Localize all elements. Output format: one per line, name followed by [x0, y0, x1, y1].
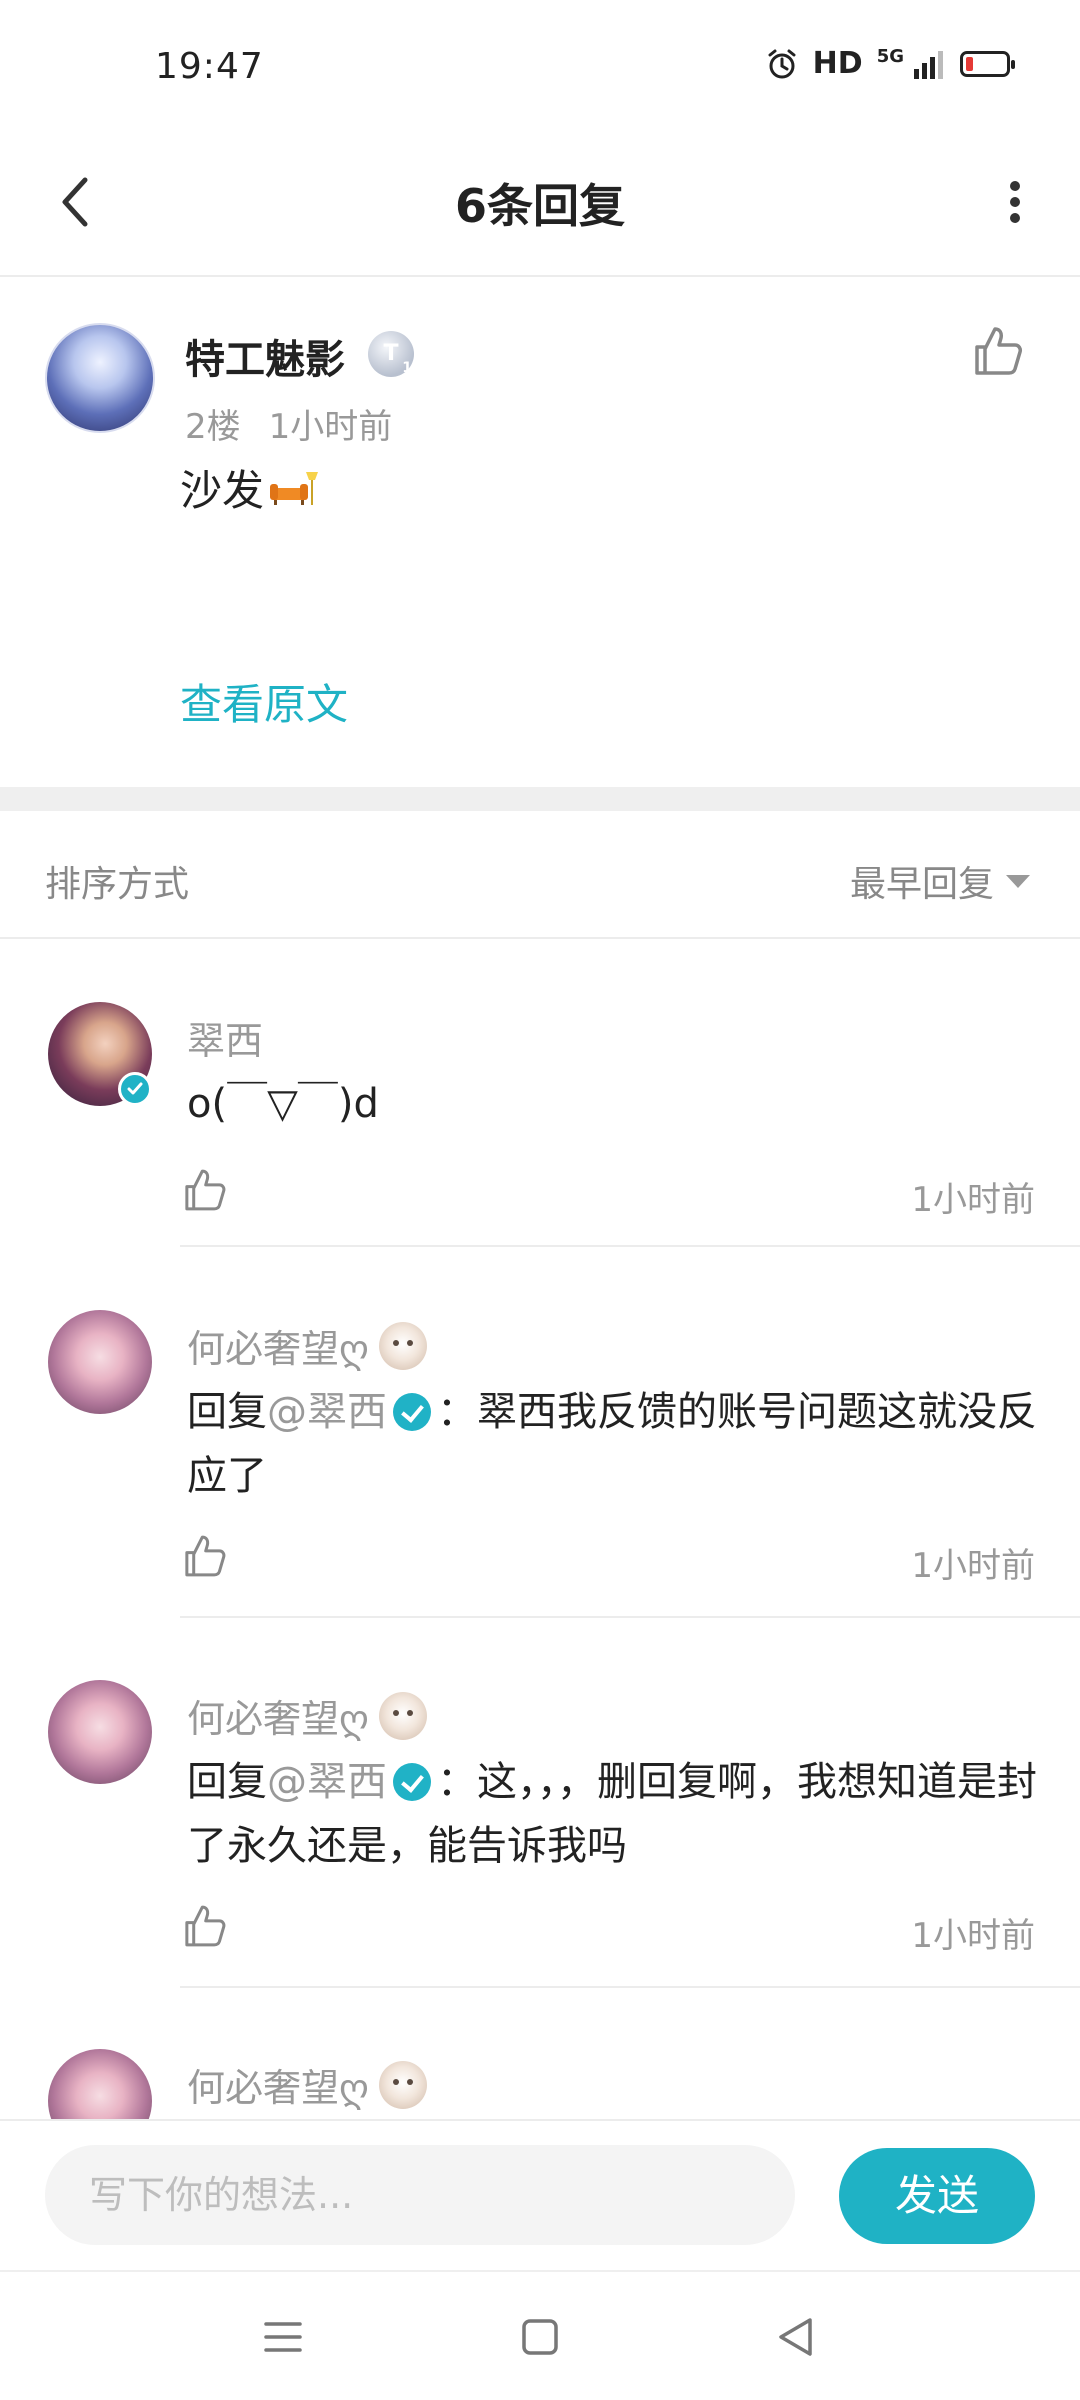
reply-prefix: 回复: [187, 1759, 267, 1805]
thumbs-up-icon: [185, 1535, 226, 1577]
verified-badge-icon: [118, 1072, 152, 1106]
signal-icon: [914, 50, 943, 79]
like-button[interactable]: [180, 1902, 230, 1952]
avatar[interactable]: [45, 323, 155, 433]
section-divider: [0, 787, 1080, 811]
status-bar: 19:47 HD 5G: [0, 0, 1080, 135]
battery-icon: [960, 50, 1015, 77]
sort-selected-value: 最早回复: [849, 864, 994, 905]
view-original-link[interactable]: 查看原文: [180, 671, 348, 732]
verified-badge-icon: [393, 1763, 431, 1801]
reply-content: 回复@翠西 ：这，，，删回复啊，我想知道是封了永久还是，能告诉我吗: [187, 1750, 1037, 1878]
avatar[interactable]: [48, 1680, 152, 1784]
mention-link[interactable]: @翠西: [267, 1389, 387, 1435]
avatar[interactable]: [48, 2049, 152, 2119]
reply-time: 1小时前: [911, 1916, 1035, 1956]
reply-item: 翠西 o(￣▽￣)d 1小时前: [0, 1002, 1080, 1247]
top-app-bar: 6条回复: [0, 135, 1080, 277]
status-icons: HD 5G: [765, 46, 1015, 81]
like-button[interactable]: [180, 1532, 230, 1582]
sofa-emoji-icon: [268, 468, 320, 508]
divider: [180, 1245, 1080, 1247]
status-time: 19:47: [155, 46, 264, 87]
reply-author-name: 翠西: [187, 1019, 264, 1063]
send-button[interactable]: 发送: [839, 2148, 1035, 2244]
sort-dropdown[interactable]: 最早回复: [850, 855, 1030, 907]
reply-author-name: 何必奢望ღ: [187, 1697, 369, 1741]
system-nav-bar: [0, 2270, 1080, 2400]
post-content: 沙发: [180, 457, 320, 518]
reply-item: 何必奢望ღ 回复@翠西 ：翠西我反馈的账号问题这就没反应了 1小时前: [0, 1310, 1080, 1618]
reply-author[interactable]: 翠西: [187, 1010, 263, 1065]
home-nav-button[interactable]: [505, 2302, 575, 2372]
reply-author-name: 何必奢望ღ: [187, 2066, 369, 2110]
like-button[interactable]: [969, 323, 1025, 379]
level-badge-letter: T: [383, 341, 399, 366]
reply-author[interactable]: 何必奢望ღ: [187, 1688, 427, 1743]
thumbs-up-icon: [185, 1169, 226, 1211]
menu-icon: [264, 2322, 302, 2352]
more-vertical-icon: [1010, 181, 1020, 223]
level-badge-number: 1: [402, 360, 412, 376]
post-meta: 2楼 1小时前: [185, 399, 392, 448]
reply-item: 何必奢望ღ 回复@翠西 ：这，，，删回复啊，我想知道是封了永久还是，能告诉我吗 1…: [0, 1680, 1080, 1988]
user-badge-icon: [378, 1691, 427, 1740]
caret-down-icon: [1006, 874, 1030, 888]
original-post: 特工魅影 T1 2楼 1小时前 沙发 查看原文: [0, 279, 1080, 787]
alarm-icon: [768, 49, 796, 78]
reply-prefix: 回复: [187, 1389, 267, 1435]
post-floor: 2楼: [185, 407, 241, 447]
reply-time: 1小时前: [911, 1180, 1035, 1220]
comment-input[interactable]: [45, 2145, 795, 2245]
square-icon: [522, 2319, 558, 2355]
sort-bar: 排序方式 最早回复: [0, 811, 1080, 939]
reply-time: 1小时前: [911, 1546, 1035, 1586]
triangle-back-icon: [779, 2318, 812, 2356]
user-badge-icon: [378, 1321, 427, 1370]
menu-nav-button[interactable]: [248, 2302, 318, 2372]
divider: [180, 1616, 1080, 1618]
thumbs-up-icon: [185, 1905, 226, 1947]
like-button[interactable]: [180, 1166, 230, 1216]
divider: [180, 1986, 1080, 1988]
hd-indicator: HD: [812, 46, 863, 81]
post-author[interactable]: 特工魅影: [185, 327, 345, 385]
page-title: 6条回复: [454, 179, 625, 233]
reply-author-name: 何必奢望ღ: [187, 1327, 369, 1371]
network-type: 5G: [876, 46, 904, 67]
sort-label: 排序方式: [45, 864, 190, 905]
comment-composer: 发送: [0, 2119, 1080, 2269]
level-badge: T1: [368, 331, 414, 377]
post-time: 1小时前: [268, 407, 393, 447]
back-nav-button[interactable]: [760, 2302, 830, 2372]
mention-link[interactable]: @翠西: [267, 1759, 387, 1805]
avatar[interactable]: [48, 1310, 152, 1414]
thumbs-up-icon: [975, 327, 1022, 375]
user-badge-icon: [378, 2060, 427, 2109]
reply-author[interactable]: 何必奢望ღ: [187, 1318, 427, 1373]
reply-author[interactable]: 何必奢望ღ: [187, 2057, 427, 2112]
reply-content: o(￣▽￣)d: [187, 1081, 379, 1127]
verified-badge-icon: [393, 1393, 431, 1431]
reply-content: 回复@翠西 ：翠西我反馈的账号问题这就没反应了: [187, 1380, 1037, 1508]
reply-item: 何必奢望ღ: [0, 2049, 1080, 2119]
more-options-button[interactable]: [980, 167, 1050, 237]
post-content-text: 沙发: [180, 466, 265, 515]
